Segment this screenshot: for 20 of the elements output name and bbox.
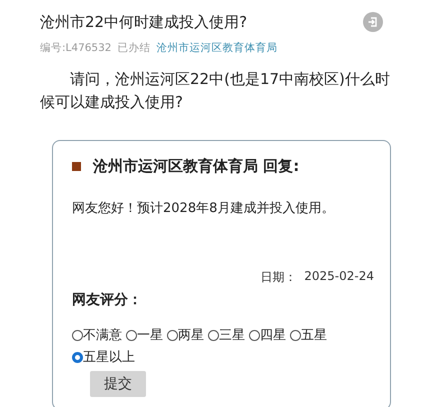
date-label: 日期： bbox=[260, 269, 296, 286]
status-label: 已办结 bbox=[117, 41, 150, 55]
rating-radio[interactable]: 四星 bbox=[249, 326, 286, 344]
question-title: 沧州市22中何时建成投入使用? bbox=[40, 12, 248, 32]
rating-radio[interactable]: 一星 bbox=[126, 326, 163, 344]
question-text: 请问，沧州运河区22中(也是17中南校区)什么时候可以建成投入使用? bbox=[40, 69, 391, 113]
reply-date: 2025-02-24 bbox=[304, 269, 374, 285]
reply-text: 网友您好！预计2028年8月建成并投入使用。 bbox=[71, 200, 336, 217]
rating-radio[interactable]: 两星 bbox=[167, 326, 204, 344]
rating-radio[interactable]: 五星 bbox=[290, 326, 327, 344]
submit-button[interactable]: 提交 bbox=[90, 371, 146, 397]
question-number: 编号:L476532 bbox=[40, 41, 112, 55]
rating-radio[interactable]: 五星以上 bbox=[72, 348, 135, 366]
reply-heading: 沧州市运河区教育体育局 回复: bbox=[93, 157, 300, 176]
square-icon bbox=[72, 162, 81, 171]
department-link[interactable]: 沧州市运河区教育体育局 bbox=[156, 41, 278, 55]
exit-icon[interactable] bbox=[363, 12, 383, 32]
rating-label: 网友评分： bbox=[71, 291, 143, 309]
rating-radio[interactable]: 不满意 bbox=[72, 326, 122, 344]
rating-radio[interactable]: 三星 bbox=[208, 326, 245, 344]
